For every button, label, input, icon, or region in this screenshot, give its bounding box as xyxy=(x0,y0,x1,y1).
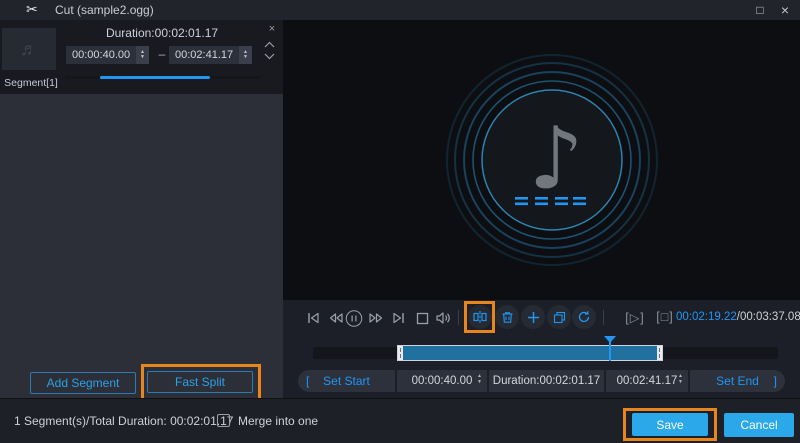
spinner-down-icon[interactable]: ▼ xyxy=(243,55,248,60)
merge-label: Merge into one xyxy=(238,414,319,428)
spinner-down-icon[interactable]: ▼ xyxy=(477,379,482,385)
fast-forward-icon xyxy=(369,313,383,323)
stop-button[interactable] xyxy=(413,309,431,327)
bracket-right: ] xyxy=(773,374,777,388)
selection-start-handle[interactable] xyxy=(398,346,403,360)
split-icon xyxy=(472,311,487,323)
player-panel: ♪ [▷] [□] 00:02:19.22/00:03:37.08 [Set … xyxy=(283,20,800,398)
segment-progressbar-fill xyxy=(100,76,210,79)
skip-to-start-icon xyxy=(307,312,319,324)
remove-segment-icon[interactable]: × xyxy=(264,23,280,37)
current-time: 00:02:19.22 xyxy=(676,311,737,323)
titlebar: ✂ Cut (sample2.ogg) □ × xyxy=(0,0,800,20)
skip-to-start-button[interactable] xyxy=(304,309,322,327)
spinner-down-icon[interactable]: ▼ xyxy=(678,379,683,385)
move-segment-down-icon[interactable] xyxy=(264,53,280,67)
segment-start-time-input[interactable] xyxy=(66,46,136,64)
volume-button[interactable] xyxy=(434,309,452,327)
skip-to-end-button[interactable] xyxy=(389,309,407,327)
trash-icon xyxy=(502,311,512,323)
copy-icon xyxy=(553,311,565,323)
duration-readout: Duration:00:02:01.17 xyxy=(489,370,604,392)
scissors-icon: ✂ xyxy=(26,1,38,17)
controls-divider xyxy=(603,310,604,325)
reset-button[interactable] xyxy=(572,305,596,329)
end-time-input[interactable] xyxy=(615,375,679,387)
volume-icon xyxy=(435,312,450,324)
segment-end-time-input[interactable] xyxy=(169,46,239,64)
segment-end-spinner[interactable]: ▲ ▼ xyxy=(239,46,252,64)
music-note-icon: ♪ xyxy=(529,109,584,209)
split-highlight xyxy=(464,301,495,333)
copy-segment-button[interactable] xyxy=(547,305,571,329)
merge-checkbox[interactable] xyxy=(217,414,230,427)
audio-preview-area: ♪ xyxy=(283,20,800,300)
rewind-button[interactable] xyxy=(327,309,345,327)
fast-split-button[interactable]: Fast Split xyxy=(147,371,253,393)
maximize-button[interactable]: □ xyxy=(747,0,773,20)
segment-duration-label: Duration:00:02:01.17 xyxy=(105,26,219,40)
preview-play-button[interactable]: [▷] xyxy=(619,310,651,325)
duration-label: Duration:00:02:01.17 xyxy=(492,375,601,387)
range-dash: – xyxy=(158,47,166,61)
window-title: Cut (sample2.ogg) xyxy=(55,3,154,17)
time-display: 00:02:19.22/00:03:37.08 xyxy=(676,311,800,323)
skip-to-end-icon xyxy=(392,312,404,324)
plus-icon xyxy=(527,311,539,323)
music-note-icon: ♬ xyxy=(20,39,38,59)
fast-forward-button[interactable] xyxy=(367,309,385,327)
playhead-line xyxy=(609,342,611,361)
start-time-input[interactable] xyxy=(410,375,474,387)
cut-dialog-window: ✂ Cut (sample2.ogg) □ × ♬ Segment[1] Dur… xyxy=(0,0,800,443)
segment-start-spinner[interactable]: ▲ ▼ xyxy=(136,46,149,64)
save-highlight: Save xyxy=(623,408,717,441)
reset-icon xyxy=(578,311,590,323)
statusbar: 1 Segment(s)/Total Duration: 00:02:01.17… xyxy=(0,398,800,443)
total-time: /00:03:37.08 xyxy=(736,311,800,323)
start-time-field[interactable]: ▲ ▼ xyxy=(397,370,487,392)
rewind-icon xyxy=(329,313,343,323)
audio-artwork: ♪ xyxy=(446,54,658,266)
segment-label: Segment[1] xyxy=(4,77,58,89)
set-start-label: Set Start xyxy=(323,374,370,388)
pause-icon xyxy=(345,309,363,327)
spinner-down-icon[interactable]: ▼ xyxy=(140,55,145,60)
end-time-spinner[interactable]: ▲ ▼ xyxy=(678,373,683,385)
segment-summary: 1 Segment(s)/Total Duration: 00:02:01.17 xyxy=(14,414,234,428)
timeline-selection[interactable] xyxy=(397,345,663,361)
add-segment-button[interactable]: Add Segment xyxy=(30,372,136,394)
set-end-label: Set End xyxy=(716,374,759,388)
segment-start-time-field[interactable]: ▲ ▼ xyxy=(66,46,149,64)
split-segment-button[interactable] xyxy=(467,305,492,329)
add-split-button[interactable] xyxy=(521,305,545,329)
delete-segment-button[interactable] xyxy=(495,305,519,329)
end-time-field[interactable]: ▲ ▼ xyxy=(606,370,688,392)
segment-progressbar[interactable] xyxy=(65,76,261,79)
set-end-button[interactable]: Set End ] xyxy=(690,370,785,392)
segment-end-time-field[interactable]: ▲ ▼ xyxy=(169,46,252,64)
segment-thumbnail[interactable]: ♬ xyxy=(2,28,56,70)
bracket-left: [ xyxy=(306,374,310,388)
pause-button[interactable] xyxy=(345,309,363,327)
segment-card[interactable]: ♬ Segment[1] Duration:00:02:01.17 ▲ ▼ – … xyxy=(0,20,283,94)
segment-list-panel: ♬ Segment[1] Duration:00:02:01.17 ▲ ▼ – … xyxy=(0,20,283,402)
start-time-spinner[interactable]: ▲ ▼ xyxy=(477,373,482,385)
controls-divider xyxy=(458,310,459,325)
selection-end-handle[interactable] xyxy=(657,346,662,360)
close-button[interactable]: × xyxy=(772,0,798,20)
set-start-button[interactable]: [ Set Start xyxy=(298,370,395,392)
cancel-button[interactable]: Cancel xyxy=(724,413,794,437)
save-button[interactable]: Save xyxy=(632,413,708,436)
fast-split-highlight: Fast Split xyxy=(141,364,261,402)
stop-icon xyxy=(416,312,428,324)
